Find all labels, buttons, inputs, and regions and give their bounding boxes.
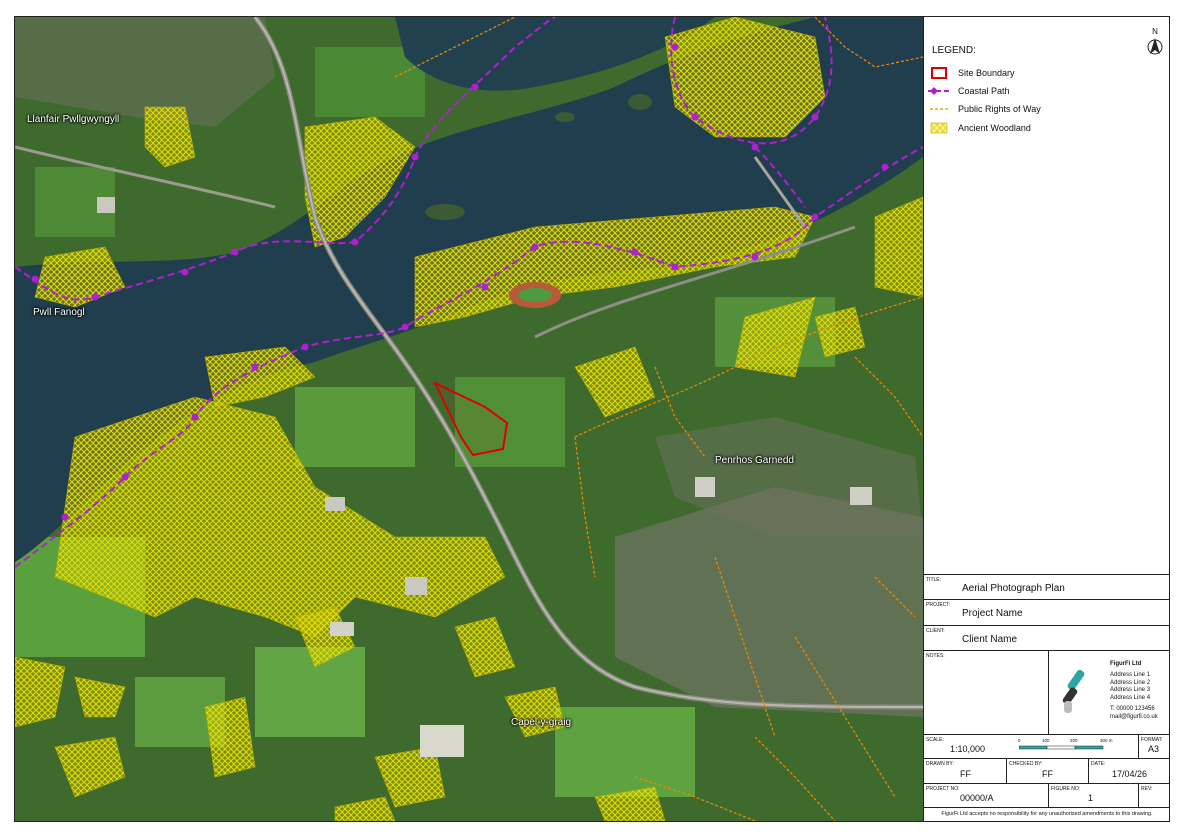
title-row: TITLE: Aerial Photograph Plan [924,574,1169,599]
aerial-map[interactable]: Llanfair Pwllgwyngyll Pwll Fanogl Penrho… [15,17,923,821]
building [695,477,715,497]
legend-item-coastal-path: Coastal Path [928,84,1010,98]
building [420,725,464,757]
company-email: mail@figurfi.co.uk [1110,713,1158,720]
company-address-3: Address Line 3 [1110,687,1151,693]
aerial-photo [15,17,923,821]
scale-caption: SCALE: [926,737,944,743]
legend-item-site-boundary: Site Boundary [928,66,1015,80]
place-label: Penrhos Garnedd [715,455,794,466]
athletics-field [518,288,552,302]
figure-no-value: 1 [1088,793,1094,803]
rev-caption: REV: [1141,786,1153,792]
disclaimer-row: FigurFi Ltd accepts no responsibility fo… [924,807,1169,821]
client-caption: CLIENT: [926,628,945,634]
public-rights-of-way-swatch [928,103,950,115]
project-no-caption: PROJECT NO: [926,786,960,792]
legend-item-public-rights-of-way: Public Rights of Way [928,102,1041,116]
site-boundary-swatch [928,67,950,79]
ancient-woodland-swatch [928,122,950,134]
scale-bar [1019,745,1104,750]
north-arrow: N [1146,27,1164,61]
building [325,497,345,511]
date-value: 17/04/26 [1112,769,1148,779]
place-label: Capel-y-graig [511,717,572,728]
island [425,204,465,220]
building [330,622,354,636]
legend-label: Ancient Woodland [958,123,1031,133]
legend-item-ancient-woodland: Ancient Woodland [928,121,1031,135]
north-label: N [1152,27,1158,36]
legend-title: LEGEND: [932,45,976,56]
north-arrow-icon [1147,38,1163,55]
client-name: Client Name [962,634,1018,645]
notes-row: NOTES: FigurFi Ltd Address Line 1 Addres… [924,650,1169,734]
drawn-by-caption: DRAWN BY: [926,761,954,767]
building [850,487,872,505]
drawn-by-value: FF [960,769,971,779]
coastal-path-swatch [928,85,950,97]
company-logo-icon [1062,669,1085,713]
client-row: CLIENT: Client Name [924,625,1169,650]
building [97,197,115,213]
map-sheet: Llanfair Pwllgwyngyll Pwll Fanogl Penrho… [14,16,1170,822]
figure-no-caption: FIGURE NO: [1051,786,1081,792]
project-row: PROJECT: Project Name [924,599,1169,625]
company-phone: T: 00000 123456 [1110,706,1155,712]
format-value: A3 [1148,744,1160,754]
company-address-1: Address Line 1 [1110,672,1151,678]
field [255,647,365,737]
disclaimer-text: FigurFi Ltd accepts no responsibility fo… [941,811,1153,817]
place-label: Pwll Fanogl [33,307,85,318]
title-caption: TITLE: [926,577,942,583]
scalebar-tick: 300 m [1100,738,1113,743]
legend-label: Site Boundary [958,68,1015,78]
place-label: Llanfair Pwllgwyngyll [27,114,120,125]
side-panel: N LEGEND: Site Boundary Coastal Path Pub… [923,17,1169,821]
date-caption: DATE: [1091,761,1106,767]
legend-label: Public Rights of Way [958,104,1041,114]
project-name: Project Name [962,608,1023,619]
building [405,577,427,595]
number-row: PROJECT NO: 00000/A FIGURE NO: 1 REV: [924,783,1169,807]
scalebar-tick: 0 [1018,738,1021,743]
company-address-2: Address Line 2 [1110,679,1151,686]
project-no-value: 00000/A [960,793,994,803]
scalebar-tick: 100 [1042,738,1050,743]
scalebar-tick: 200 [1070,738,1078,743]
project-caption: PROJECT: [926,602,951,608]
scale-row: SCALE: 1:10,000 0 100 200 300 m FORMAT: … [924,734,1169,758]
legend-label: Coastal Path [958,86,1010,96]
format-caption: FORMAT: [1141,737,1163,743]
checked-by-caption: CHECKED BY: [1009,761,1043,767]
island [628,94,652,110]
company-address-4: Address Line 4 [1110,694,1151,701]
notes-caption: NOTES: [926,653,945,659]
scale-value: 1:10,000 [950,744,986,754]
field [295,387,415,467]
company-name: FigurFi Ltd [1110,661,1142,667]
island [555,112,575,122]
field [555,707,695,797]
drawn-row: DRAWN BY: FF CHECKED BY: FF DATE: 17/04/… [924,758,1169,783]
checked-by-value: FF [1042,769,1053,779]
drawing-title: Aerial Photograph Plan [962,583,1065,594]
